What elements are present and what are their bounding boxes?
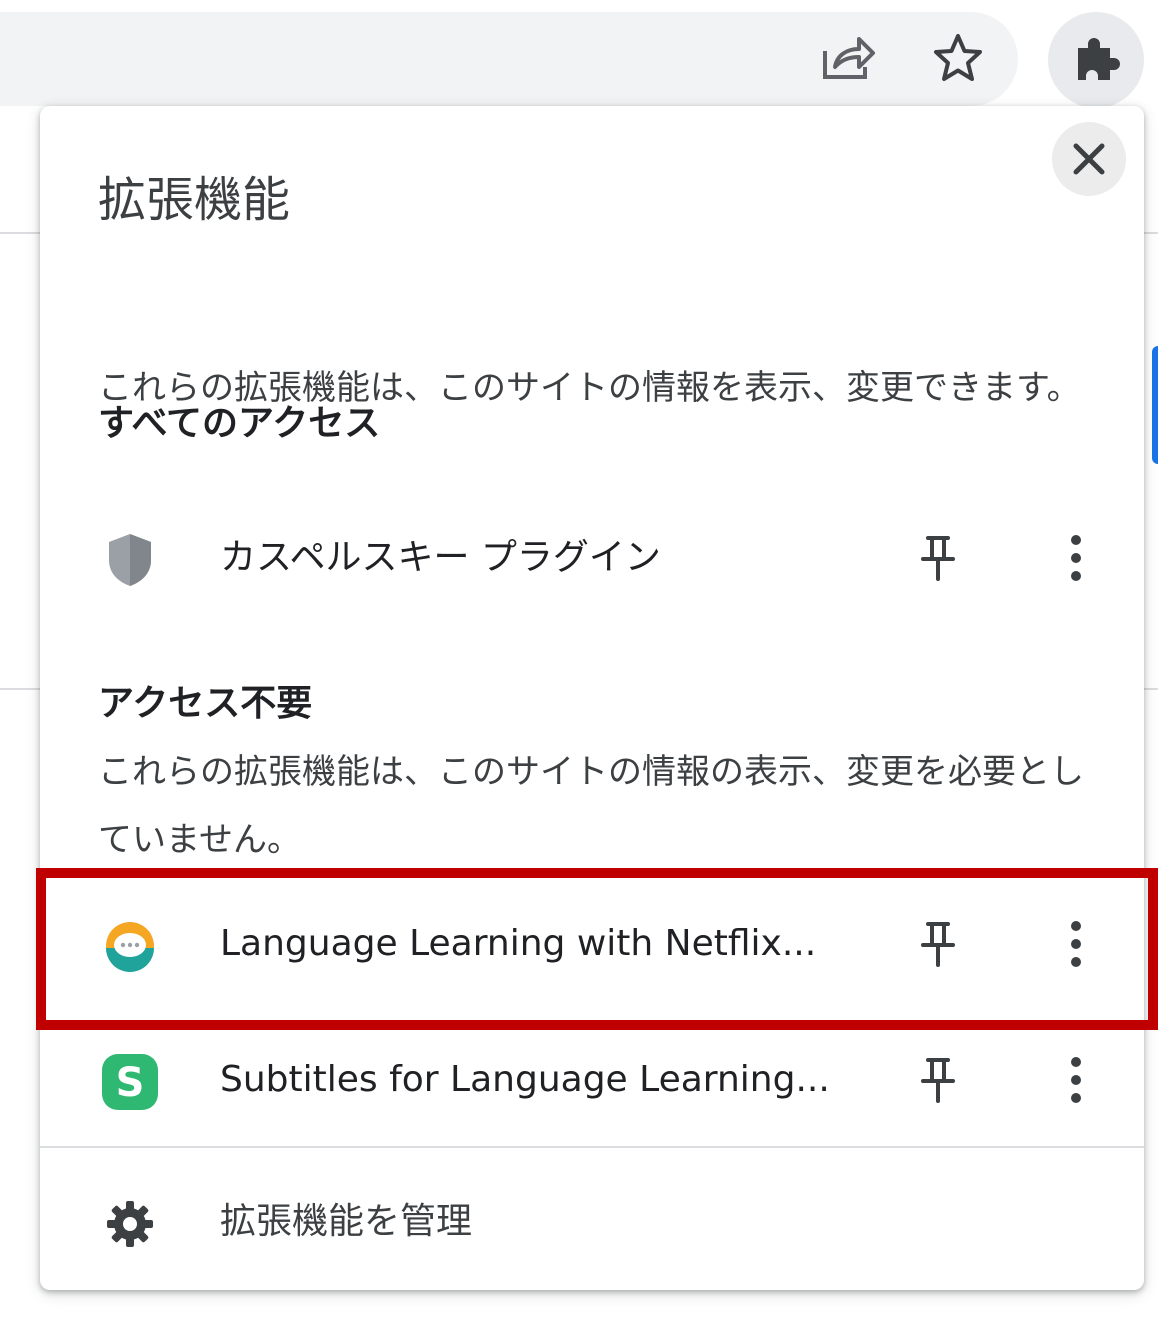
more-vert-icon: [1071, 1057, 1081, 1103]
pin-button[interactable]: [908, 1050, 968, 1110]
popup-title: 拡張機能: [98, 172, 291, 228]
section-description-no-access: これらの拡張機能は、このサイトの情報の表示、変更を必要としていません。: [98, 752, 1084, 860]
pin-button[interactable]: [908, 528, 968, 588]
letter-s-icon: S: [100, 1052, 160, 1112]
svg-text:S: S: [116, 1060, 145, 1106]
star-icon[interactable]: [928, 28, 988, 88]
gear-icon: [100, 1194, 160, 1254]
extension-row-subtitles-language-learning[interactable]: S Subtitles for Language Learning...: [40, 1020, 1144, 1140]
more-options-button[interactable]: [1046, 528, 1106, 588]
extension-row-kaspersky[interactable]: カスペルスキー プラグイン: [40, 498, 1144, 618]
pin-icon: [921, 1058, 955, 1103]
more-options-button[interactable]: [1046, 1050, 1106, 1110]
shield-icon: [100, 530, 160, 590]
pin-icon: [921, 536, 955, 581]
extensions-button[interactable]: [1048, 12, 1144, 108]
manage-extensions-label: 拡張機能を管理: [220, 1201, 473, 1242]
page-button-edge[interactable]: [1152, 346, 1158, 464]
screen: 拡張機能 すべてのアクセス これらの拡張機能は、このサイトの情報を表示、変更でき…: [0, 0, 1158, 1326]
extension-name: カスペルスキー プラグイン: [220, 537, 661, 578]
menu-divider: [40, 1146, 1144, 1148]
share-icon[interactable]: [818, 28, 878, 88]
close-icon: [1073, 143, 1105, 175]
more-vert-icon: [1071, 535, 1081, 581]
section-heading-no-access: アクセス不要: [98, 683, 313, 724]
section-description-full-access: これらの拡張機能は、このサイトの情報を表示、変更できます。: [98, 368, 1081, 408]
puzzle-icon: [1078, 38, 1120, 80]
close-button[interactable]: [1052, 122, 1126, 196]
extension-name: Subtitles for Language Learning...: [220, 1059, 830, 1100]
extensions-popup: 拡張機能 すべてのアクセス これらの拡張機能は、このサイトの情報を表示、変更でき…: [40, 106, 1144, 1290]
manage-extensions-item[interactable]: 拡張機能を管理: [40, 1162, 1144, 1282]
highlight-box: [36, 868, 1158, 1030]
